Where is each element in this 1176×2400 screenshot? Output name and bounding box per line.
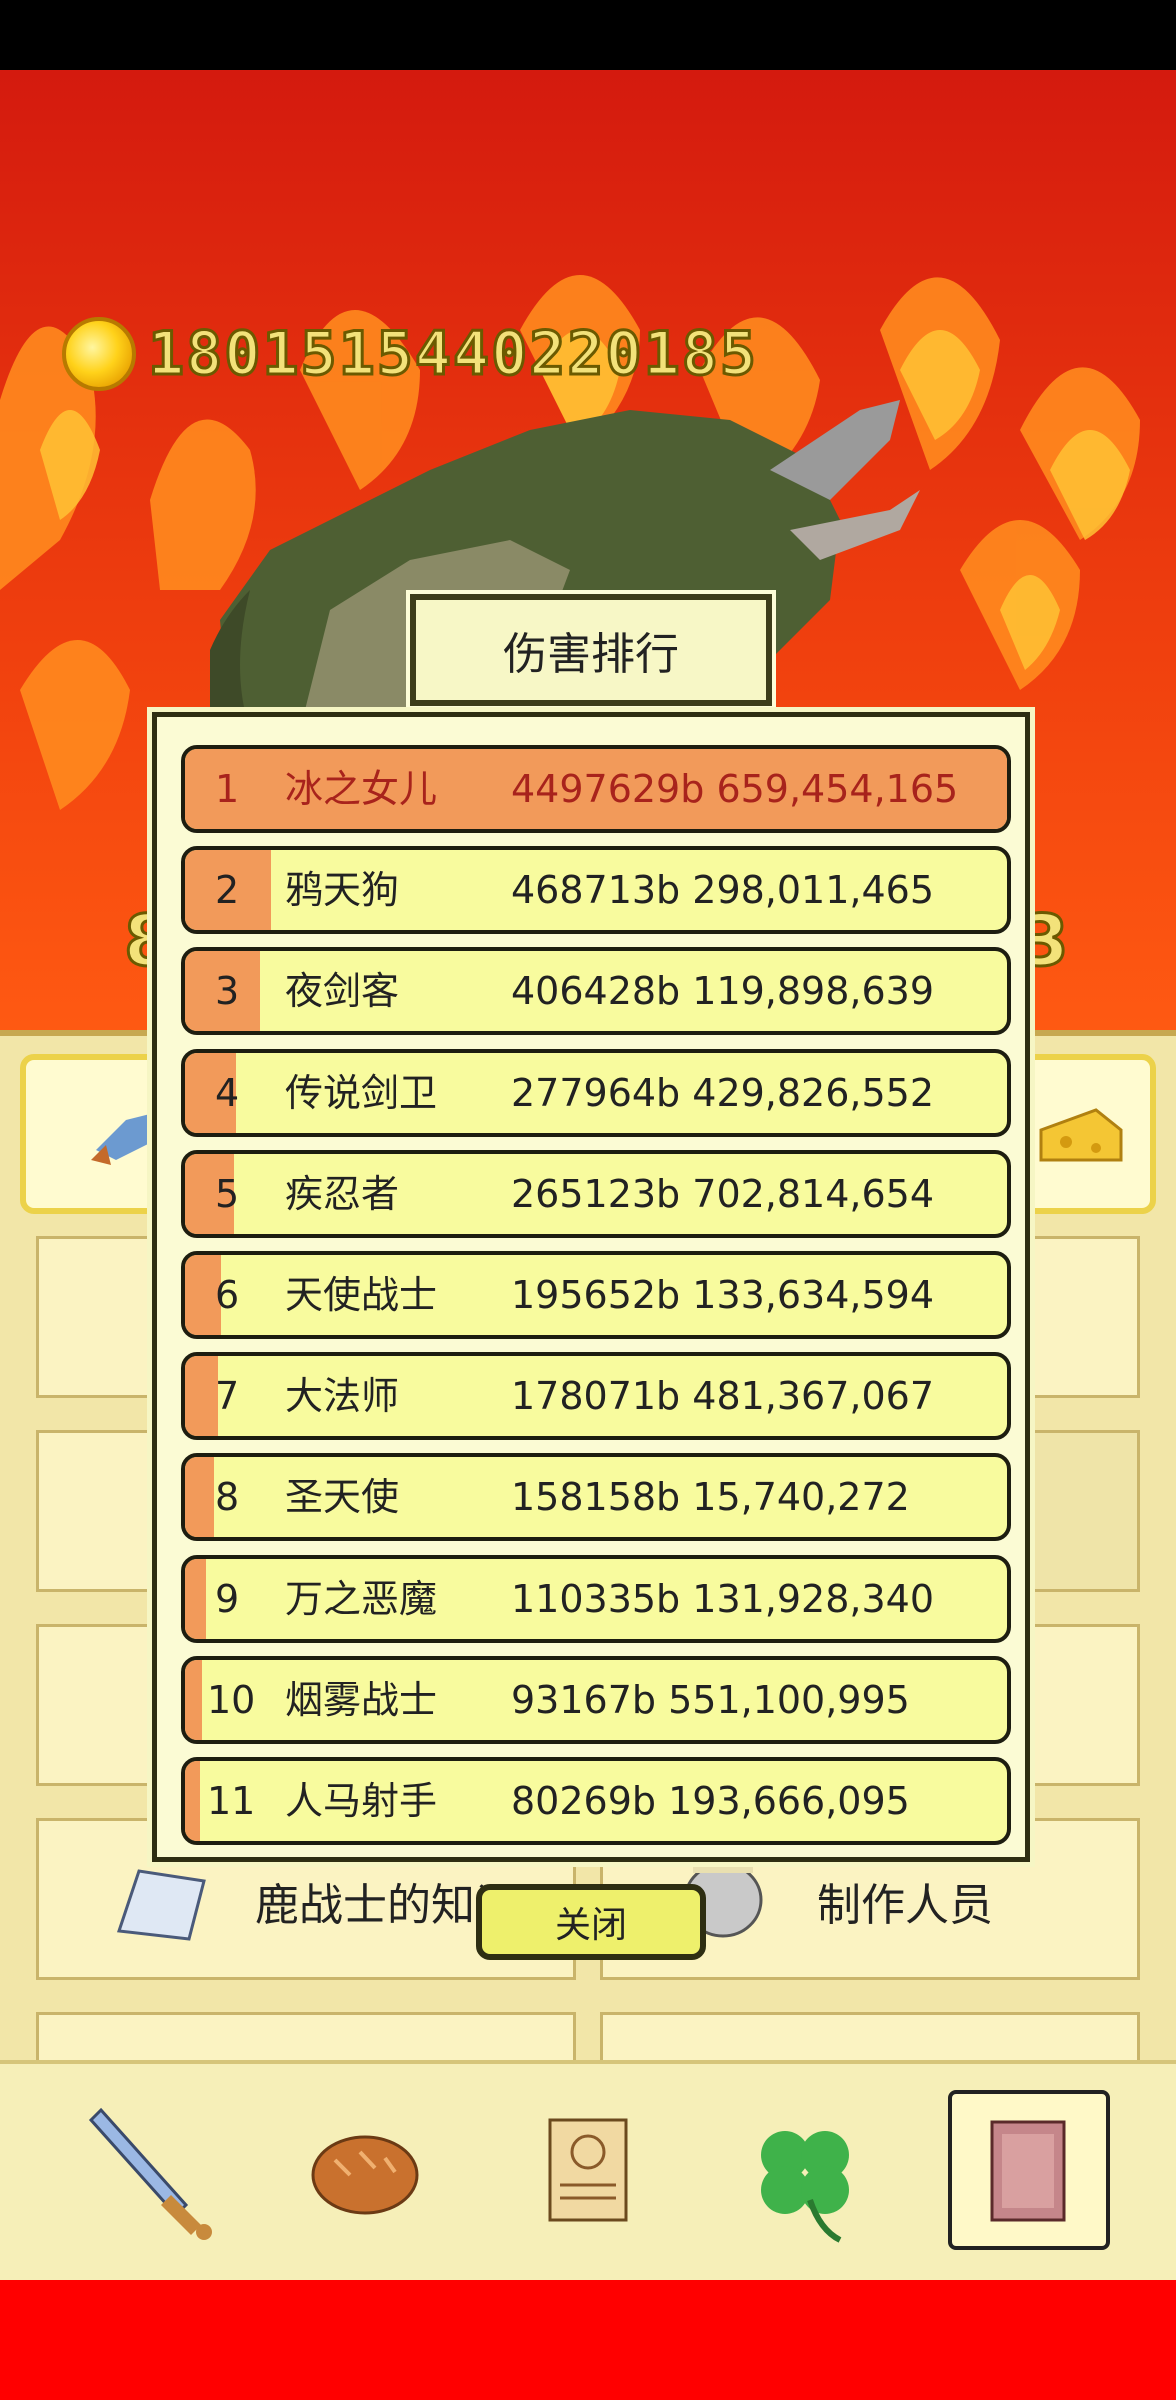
- rank-number: 2: [215, 868, 240, 913]
- rank-number: 3: [215, 969, 240, 1014]
- ranking-row: 2 鸦天狗 468713b 298,011,465: [181, 846, 1011, 935]
- rank-number: 9: [215, 1576, 240, 1621]
- hero-name: 鸦天狗: [285, 868, 400, 913]
- damage-bar: [185, 1457, 215, 1538]
- rank-number: 11: [207, 1779, 256, 1823]
- close-button[interactable]: 关闭: [476, 1884, 706, 1960]
- ranking-row: 10 烟雾战士 93167b 551,100,995: [181, 1655, 1011, 1744]
- hero-name: 夜剑客: [285, 969, 400, 1014]
- hero-name: 人马射手: [285, 1779, 438, 1823]
- credits-label: 制作人员: [817, 1880, 993, 1931]
- ranking-row: 11 人马射手 80269b 193,666,095: [181, 1757, 1011, 1845]
- ranking-row: 3 夜剑客 406428b 119,898,639: [181, 947, 1011, 1036]
- damage-value: 468713b 298,011,465: [511, 868, 935, 913]
- damage-value: 277964b 429,826,552: [511, 1070, 935, 1115]
- ranking-row: 4 传说剑卫 277964b 429,826,552: [181, 1048, 1011, 1137]
- rank-number: 10: [207, 1677, 256, 1722]
- nav-scroll[interactable]: [512, 2090, 662, 2250]
- damage-value: 265123b 702,814,654: [511, 1171, 935, 1216]
- damage-value: 178071b 481,367,067: [511, 1374, 935, 1419]
- status-bar: [0, 0, 1176, 70]
- book-icon: [990, 2120, 1066, 2222]
- bread-icon: [311, 2135, 419, 2215]
- ranking-title-box: 伤害排行: [406, 590, 776, 710]
- nav-sword[interactable]: [76, 2090, 226, 2250]
- hero-name: 传说剑卫: [285, 1070, 438, 1115]
- nav-clover[interactable]: [730, 2090, 880, 2250]
- damage-value: 110335b 131,928,340: [511, 1576, 935, 1621]
- damage-value: 158158b 15,740,272: [511, 1475, 910, 1520]
- rank-number: 5: [215, 1171, 240, 1216]
- ranking-row: 5 疾忍者 265123b 702,814,654: [181, 1149, 1011, 1238]
- ranking-row: 8 圣天使 158158b 15,740,272: [181, 1453, 1011, 1542]
- hero-name: 天使战士: [285, 1273, 438, 1317]
- rank-number: 4: [215, 1070, 240, 1115]
- rank-number: 6: [215, 1273, 240, 1317]
- nav-book[interactable]: [948, 2090, 1110, 2250]
- hero-name: 冰之女儿: [285, 767, 438, 811]
- clover-icon: [761, 2131, 849, 2243]
- ranking-row: 1 冰之女儿 4497629b 659,454,165: [181, 745, 1011, 833]
- damage-value: 4497629b 659,454,165: [511, 767, 959, 811]
- rank-number: 7: [215, 1374, 240, 1419]
- damage-value: 406428b 119,898,639: [511, 969, 935, 1014]
- coin-counter: 1801515440220185: [62, 314, 758, 394]
- cheese-icon[interactable]: [1036, 1100, 1126, 1170]
- bottom-band: [0, 2280, 1176, 2400]
- book-open-icon: [116, 1869, 206, 1941]
- hero-name: 疾忍者: [285, 1171, 400, 1216]
- coin-amount: 1801515440220185: [147, 318, 758, 391]
- damage-bar: [185, 1659, 203, 1740]
- rank-number: 8: [215, 1475, 240, 1520]
- coin-icon: [62, 317, 136, 391]
- nav-bread[interactable]: [290, 2090, 440, 2250]
- damage-value: 93167b 551,100,995: [511, 1677, 910, 1722]
- hero-name: 万之恶魔: [285, 1576, 438, 1621]
- ranking-title: 伤害排行: [503, 629, 679, 680]
- damage-value: 80269b 193,666,095: [511, 1779, 910, 1823]
- ranking-row: 7 大法师 178071b 481,367,067: [181, 1352, 1011, 1441]
- damage-value: 195652b 133,634,594: [511, 1273, 935, 1317]
- damage-bar: [185, 1356, 219, 1437]
- ranking-dialog: 1 冰之女儿 4497629b 659,454,165 2 鸦天狗 468713b 298…: [147, 707, 1035, 1867]
- damage-bar: [185, 1761, 200, 1841]
- ranking-row: 6 天使战士 195652b 133,634,594: [181, 1251, 1011, 1339]
- rank-number: 1: [215, 767, 240, 811]
- ranking-row: 9 万之恶魔 110335b 131,928,340: [181, 1554, 1011, 1643]
- hero-name: 烟雾战士: [285, 1677, 438, 1722]
- hero-name: 圣天使: [285, 1475, 400, 1520]
- sword-icon: [88, 2107, 212, 2240]
- scroll-icon: [548, 2118, 628, 2222]
- damage-bar: [185, 1558, 206, 1639]
- hero-name: 大法师: [285, 1374, 400, 1419]
